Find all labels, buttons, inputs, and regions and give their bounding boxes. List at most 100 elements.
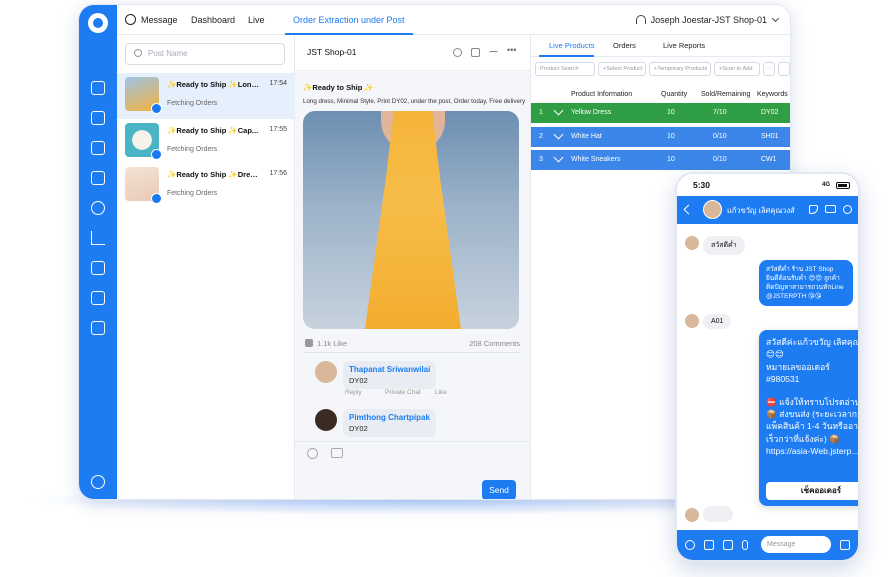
sidebar-form-icon[interactable] (91, 321, 105, 335)
comment-bubble: Pimthong Chartpipak DY02 (343, 409, 436, 437)
table-row[interactable]: 3 White Sneakers 10 0/10 CW1 (531, 150, 790, 170)
emoji-icon[interactable] (307, 448, 318, 459)
nav-dashboard[interactable]: Dashboard (191, 5, 235, 35)
phone-time: 5:30 (693, 180, 711, 190)
sidebar-share-icon[interactable] (91, 201, 105, 215)
back-arrow-icon[interactable] (683, 204, 694, 215)
sidebar-truck-icon[interactable] (91, 171, 105, 185)
comment-text: DY02 (349, 376, 368, 385)
post-item[interactable]: ✨Ready to Ship ✨Cap... 17:55 Fetching Or… (117, 119, 295, 165)
post-status: Fetching Orders (167, 190, 218, 197)
post-description: Long dress, Minimal Style, Print DY02, u… (303, 98, 526, 105)
microphone-icon[interactable] (742, 540, 748, 550)
post-item[interactable]: ✨Ready to Ship ✨Long Dress... 17:54 Fetc… (117, 73, 295, 119)
comment-count: 208 Comments (469, 339, 520, 348)
comment-bubble: Thapanat Sriwanwilai DY02 (343, 361, 437, 389)
avatar (315, 361, 337, 383)
reply-link[interactable]: Reply (345, 389, 362, 396)
post-heading: ✨Ready to Ship ✨ (303, 83, 374, 92)
phone-mockup: 5:30 4G แก้วขวัญ เลิศคุณวงส์ สวัสดีค่ำ ส… (675, 172, 860, 562)
send-button[interactable]: Send (482, 480, 516, 499)
shop-name: JST Shop-01 (307, 47, 357, 57)
info-icon[interactable] (843, 205, 852, 214)
typing-indicator (703, 506, 733, 522)
reply-composer: Send (295, 441, 530, 499)
sidebar-chart-icon[interactable] (91, 231, 105, 245)
private-chat-link[interactable]: Private Chat (385, 389, 421, 396)
sidebar (79, 5, 117, 499)
temporary-products-button[interactable]: +Temporary Products (649, 62, 711, 76)
sidebar-package-icon[interactable] (91, 141, 105, 155)
edit-icon[interactable] (553, 129, 564, 140)
product-search-input[interactable]: Product Search (535, 62, 595, 76)
thumbs-up-icon[interactable] (840, 540, 850, 550)
tab-live-reports[interactable]: Live Reports (651, 35, 705, 57)
select-product-button[interactable]: +Select Product (598, 62, 646, 76)
scan-to-add-button[interactable]: +Scan to Add (714, 62, 760, 76)
more-icon[interactable]: ••• (507, 45, 516, 55)
sidebar-home-icon[interactable] (91, 111, 105, 125)
commenter-name[interactable]: Pimthong Chartpipak (349, 413, 430, 422)
commenter-name[interactable]: Thapanat Sriwanwilai (349, 365, 430, 374)
link-icon[interactable] (489, 51, 498, 56)
tab-orders[interactable]: Orders (603, 35, 636, 57)
phone-call-icon[interactable] (809, 205, 818, 214)
refresh-icon[interactable] (778, 62, 790, 76)
comment-text: DY02 (349, 424, 368, 433)
more-button[interactable]: ··· (763, 62, 775, 76)
message-input[interactable]: Message (761, 536, 831, 553)
message-composer: Message (677, 530, 858, 560)
avatar (685, 314, 699, 328)
chevron-down-icon (771, 14, 780, 23)
post-search-input[interactable]: Post Name (125, 43, 285, 65)
message-icon (125, 14, 136, 25)
like-count: 1.1k Like (305, 339, 347, 348)
nav-order-extraction[interactable]: Order Extraction under Post (285, 5, 413, 35)
user-menu[interactable]: Joseph Joestar-JST Shop-01 (635, 5, 780, 35)
sidebar-store-icon[interactable] (91, 291, 105, 305)
post-title: ✨Ready to Ship ✨Long Dress... (167, 80, 261, 89)
post-time: 17:55 (269, 126, 287, 133)
camera-icon[interactable] (704, 540, 714, 550)
video-call-icon[interactable] (825, 205, 836, 213)
headset-icon (635, 15, 646, 24)
header-sold-remaining: Sold/Remaining (701, 91, 751, 98)
apps-icon[interactable] (685, 540, 695, 550)
post-status: Fetching Orders (167, 100, 218, 107)
table-row[interactable]: 1 Yellow Dress 10 7/10 DY02 (531, 103, 790, 123)
chat-thread: สวัสดีค่ำ สวัสดีค่ำ ร้าน JST Shop ยินดีต… (677, 224, 858, 532)
header-product-info: Product Information (571, 91, 633, 98)
yellow-dress-image (365, 111, 461, 329)
export-icon[interactable] (471, 48, 480, 57)
search-icon (134, 49, 142, 57)
network-indicator: 4G (821, 182, 830, 188)
stage: Message Dashboard Live Order Extraction … (0, 0, 895, 577)
like-link[interactable]: Like (435, 389, 447, 396)
contact-name: แก้วขวัญ เลิศคุณวงส์ (727, 206, 795, 215)
settings-icon[interactable] (453, 48, 462, 57)
check-order-button[interactable]: เช็คออเดอร์ (766, 482, 858, 500)
detail-header: JST Shop-01 ••• (295, 35, 530, 71)
edit-icon[interactable] (553, 105, 564, 116)
gallery-icon[interactable] (723, 540, 733, 550)
avatar (685, 236, 699, 250)
nav-live[interactable]: Live (248, 5, 265, 35)
image-icon[interactable] (331, 448, 343, 458)
app-logo-icon (88, 13, 108, 33)
post-list: Post Name ✨Ready to Ship ✨Long Dress... … (117, 35, 295, 499)
thumbs-up-icon (305, 339, 313, 347)
edit-icon[interactable] (553, 152, 564, 163)
tab-live-products[interactable]: Live Products (539, 35, 595, 57)
settings-gear-icon[interactable] (91, 475, 105, 489)
sidebar-document-icon[interactable] (91, 81, 105, 95)
nav-message[interactable]: Message (125, 5, 178, 35)
facebook-icon (151, 149, 162, 160)
divider (303, 352, 520, 353)
post-detail: JST Shop-01 ••• ✨Ready to Ship ✨ Long dr… (295, 35, 531, 499)
topbar: Message Dashboard Live Order Extraction … (117, 5, 790, 35)
post-time: 17:56 (269, 170, 287, 177)
post-item[interactable]: ✨Ready to Ship ✨Dress... 17:56 Fetching … (117, 163, 295, 209)
table-row[interactable]: 2 White Hat 10 0/10 SH01 (531, 127, 790, 147)
phone-status-bar: 5:30 4G (677, 174, 858, 196)
sidebar-video-icon[interactable] (91, 261, 105, 275)
